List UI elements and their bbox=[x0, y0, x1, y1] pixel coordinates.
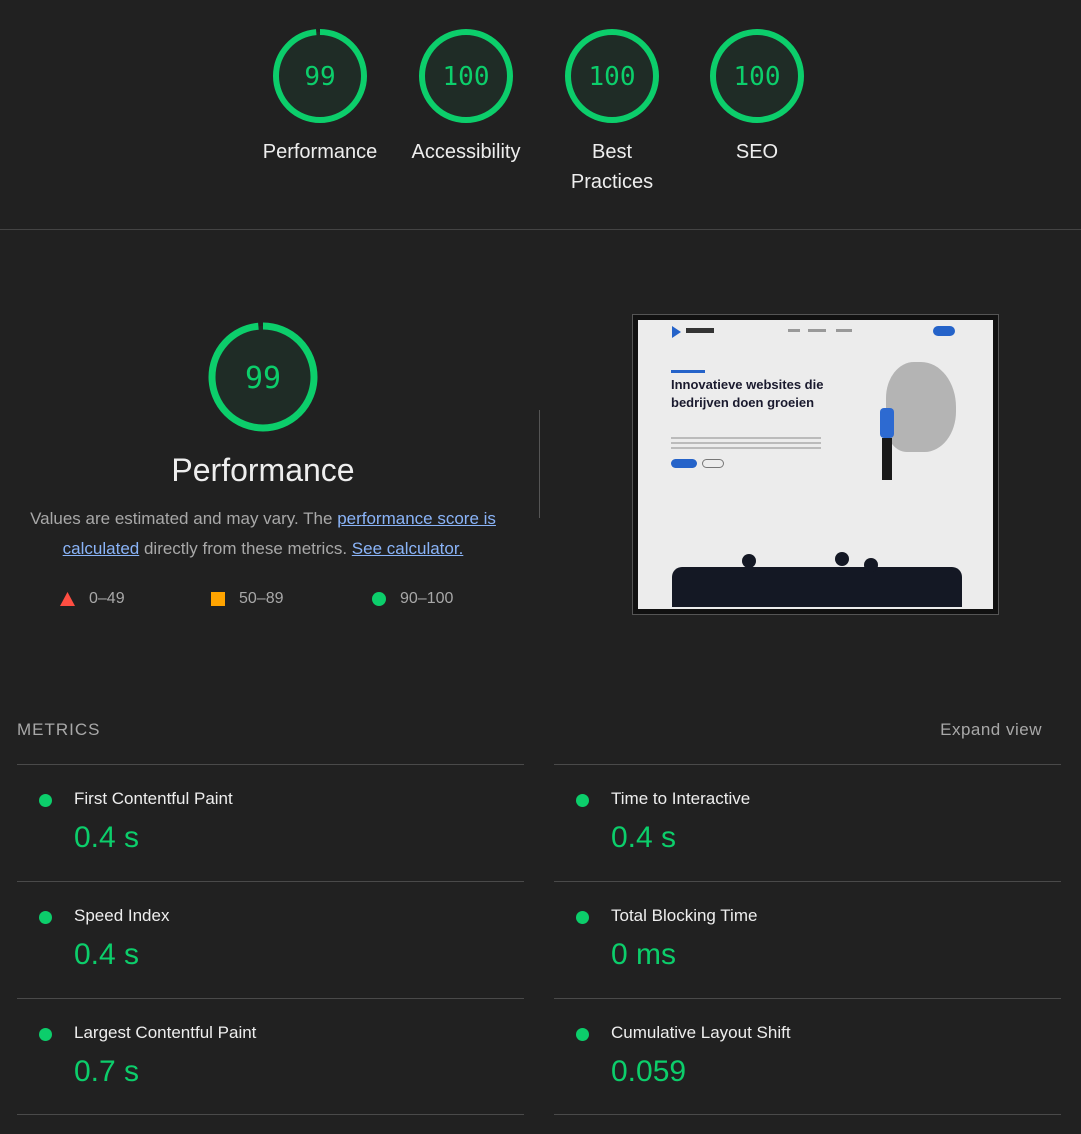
metric-value: 0 ms bbox=[611, 938, 677, 971]
performance-gauge-large: 99 bbox=[206, 320, 320, 439]
score: 100 bbox=[589, 62, 636, 92]
metric-value: 0.059 bbox=[611, 1055, 687, 1088]
legend-fail: 0–49 bbox=[60, 590, 125, 608]
metric-value: 0.7 s bbox=[74, 1055, 140, 1088]
score: 100 bbox=[443, 62, 490, 92]
metric-speed-index: Speed Index 0.4 s bbox=[17, 881, 524, 998]
category-label: Best Practices bbox=[570, 141, 654, 193]
metric-label: First Contentful Paint bbox=[74, 789, 233, 808]
score: 100 bbox=[734, 62, 781, 92]
metric-value: 0.4 s bbox=[611, 821, 677, 854]
metric-time-to-interactive: Time to Interactive 0.4 s bbox=[554, 764, 1061, 881]
metrics-header: METRICS bbox=[17, 720, 101, 739]
performance-score: 99 bbox=[245, 361, 281, 396]
pass-circle-icon bbox=[39, 911, 52, 924]
final-screenshot[interactable]: Innovatieve websites die bedrijven doen … bbox=[632, 314, 999, 615]
metric-label: Speed Index bbox=[74, 906, 170, 925]
metric-label: Largest Contentful Paint bbox=[74, 1023, 257, 1042]
triangle-icon bbox=[60, 592, 75, 606]
category-label: Accessibility bbox=[411, 141, 521, 163]
metric-label: Time to Interactive bbox=[611, 789, 751, 808]
metric-label: Total Blocking Time bbox=[611, 906, 758, 925]
metric-first-contentful-paint: First Contentful Paint 0.4 s bbox=[17, 764, 524, 881]
pass-circle-icon bbox=[576, 794, 589, 807]
legend-average: 50–89 bbox=[211, 590, 284, 608]
metric-cumulative-layout-shift: Cumulative Layout Shift 0.059 bbox=[554, 998, 1061, 1115]
logo-icon bbox=[672, 326, 681, 338]
vertical-divider bbox=[539, 410, 540, 518]
gauge-best-practices[interactable]: 100 Best Practices bbox=[542, 27, 682, 197]
metric-total-blocking-time: Total Blocking Time 0 ms bbox=[554, 881, 1061, 998]
see-calculator-link[interactable]: See calculator. bbox=[352, 539, 464, 558]
square-icon bbox=[211, 592, 225, 606]
divider bbox=[17, 1114, 524, 1115]
metric-label: Cumulative Layout Shift bbox=[611, 1023, 791, 1042]
category-label: SEO bbox=[735, 141, 779, 163]
category-label: Performance bbox=[262, 141, 378, 163]
expand-view-button[interactable]: Expand view bbox=[940, 720, 1042, 740]
pass-circle-icon bbox=[576, 911, 589, 924]
legend-pass: 90–100 bbox=[372, 590, 453, 608]
score: 99 bbox=[304, 62, 335, 92]
metric-value: 0.4 s bbox=[74, 821, 140, 854]
gauge-seo[interactable]: 100 SEO bbox=[687, 27, 827, 167]
performance-title: Performance bbox=[171, 452, 355, 488]
divider bbox=[0, 229, 1081, 230]
pass-circle-icon bbox=[39, 1028, 52, 1041]
gauge-accessibility[interactable]: 100 Accessibility bbox=[396, 27, 536, 167]
metric-value: 0.4 s bbox=[74, 938, 140, 971]
divider bbox=[554, 1114, 1061, 1115]
gauge-performance[interactable]: 99 Performance bbox=[250, 27, 390, 167]
performance-description: Values are estimated and may vary. The p… bbox=[30, 509, 496, 558]
pass-circle-icon bbox=[39, 794, 52, 807]
metric-largest-contentful-paint: Largest Contentful Paint 0.7 s bbox=[17, 998, 524, 1115]
thumbnail-headline: Innovatieve websites die bedrijven doen … bbox=[671, 377, 824, 410]
circle-icon bbox=[372, 592, 386, 606]
pass-circle-icon bbox=[576, 1028, 589, 1041]
